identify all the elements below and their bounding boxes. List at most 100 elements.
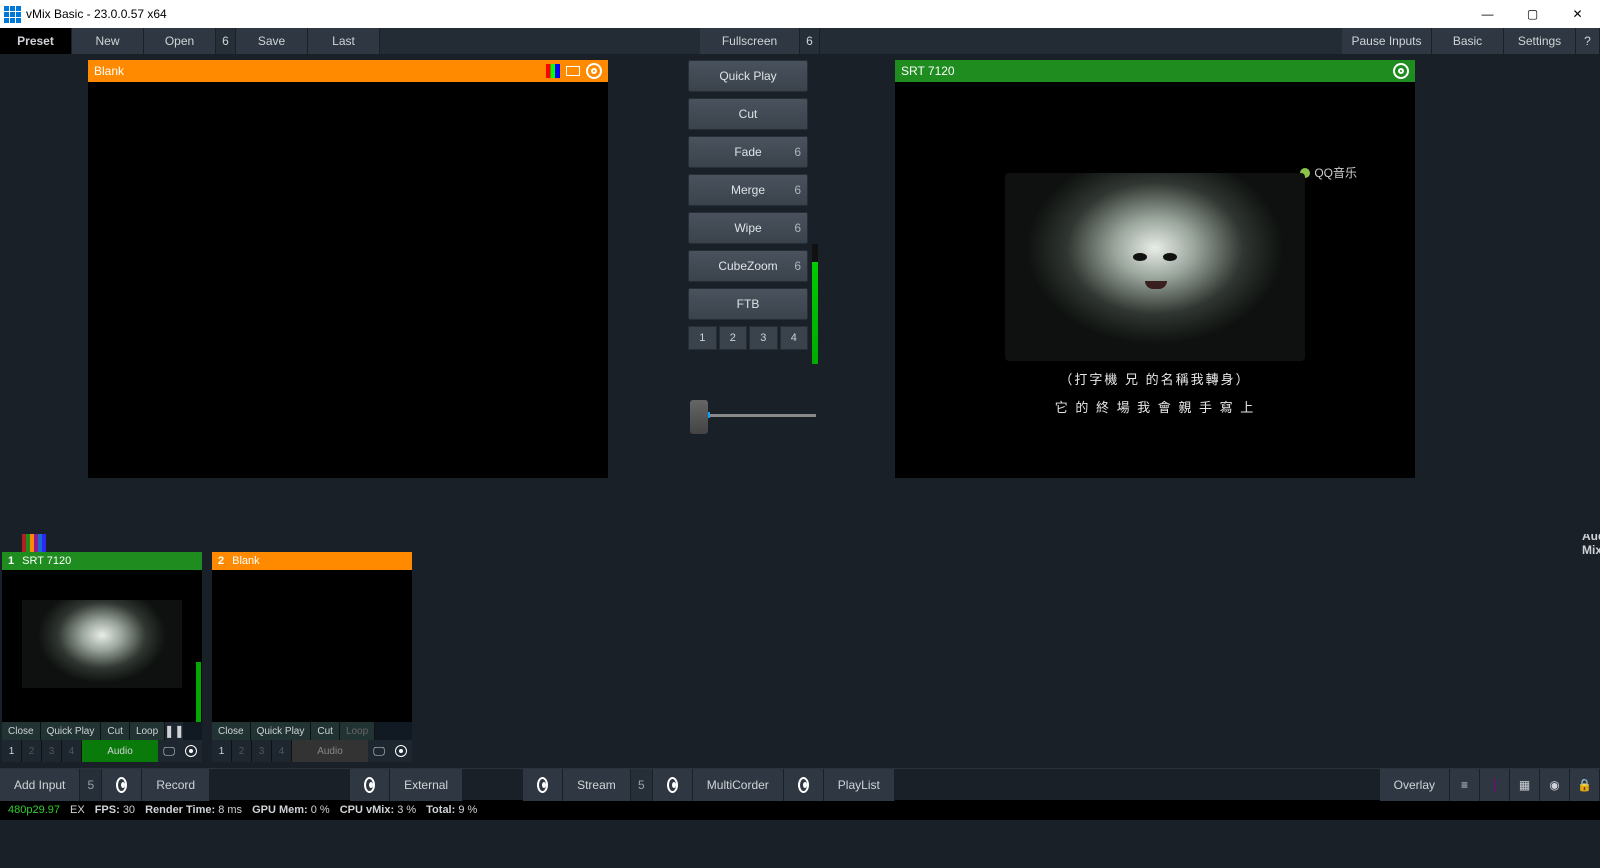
add-input-hotkey[interactable]: 5: [80, 769, 102, 801]
merge-button[interactable]: Merge6: [688, 174, 808, 206]
stream-gear-icon[interactable]: [653, 769, 693, 801]
status-bar: 480p29.97 EX FPS: 30 Render Time: 8 ms G…: [0, 800, 1600, 820]
input-overlay-2-button[interactable]: 2: [232, 740, 252, 762]
external-button[interactable]: External: [390, 769, 463, 801]
input-row1: CloseQuick PlayCutLoop❚❚: [2, 722, 202, 740]
master-audio-meter: [812, 244, 818, 364]
input-quick-play-button[interactable]: Quick Play: [41, 722, 102, 740]
fullscreen-button[interactable]: Fullscreen: [700, 28, 800, 54]
preview-header: Blank: [88, 60, 608, 82]
inputs-row: 1SRT 7120CloseQuick PlayCutLoop❚❚1234Aud…: [0, 552, 1600, 768]
cut-button[interactable]: Cut: [688, 98, 808, 130]
input-close-button[interactable]: Close: [212, 722, 251, 740]
overlay-1-button[interactable]: 1: [688, 326, 717, 350]
stream-button[interactable]: Stream: [563, 769, 631, 801]
input-audio-button[interactable]: Audio: [82, 740, 158, 762]
input-overlay-3-button[interactable]: 3: [42, 740, 62, 762]
snapshot-icon[interactable]: ◉: [1540, 769, 1570, 801]
app-logo-icon: [4, 6, 20, 22]
input-gear-icon[interactable]: [180, 740, 202, 762]
input-overlay-4-button[interactable]: 4: [62, 740, 82, 762]
basic-button[interactable]: Basic: [1432, 28, 1504, 54]
input-audio-button[interactable]: Audio: [292, 740, 368, 762]
lock-icon[interactable]: 🔒: [1570, 769, 1600, 801]
input-header: 2Blank: [212, 552, 412, 570]
window-title: vMix Basic - 23.0.0.57 x64: [26, 7, 167, 21]
fullscreen-hotkey[interactable]: 6: [800, 28, 820, 54]
preset-button[interactable]: Preset: [0, 28, 72, 54]
save-button[interactable]: Save: [236, 28, 308, 54]
pause-inputs-button[interactable]: Pause Inputs: [1342, 28, 1432, 54]
input-thumbnail[interactable]: [2, 570, 202, 722]
playlist-button[interactable]: PlayList: [824, 769, 895, 801]
maximize-button[interactable]: ▢: [1510, 0, 1555, 28]
settings-button[interactable]: Settings: [1504, 28, 1576, 54]
overlay-button[interactable]: Overlay: [1380, 769, 1450, 801]
input-monitor-icon[interactable]: 🖵: [158, 740, 180, 762]
open-hotkey[interactable]: 6: [216, 28, 236, 54]
output-title: SRT 7120: [901, 64, 955, 78]
input-overlay-1-button[interactable]: 1: [2, 740, 22, 762]
input-close-button[interactable]: Close: [2, 722, 41, 740]
multicorder-button[interactable]: MultiCorder: [693, 769, 784, 801]
input-overlay-2-button[interactable]: 2: [22, 740, 42, 762]
external-gear-icon[interactable]: [523, 769, 563, 801]
preview-gear-icon[interactable]: [586, 63, 602, 79]
minimize-button[interactable]: —: [1465, 0, 1510, 28]
input-pause-icon[interactable]: ❚❚: [165, 722, 183, 740]
quick-play-button[interactable]: Quick Play: [688, 60, 808, 92]
input-row1: CloseQuick PlayCutLoop: [212, 722, 412, 740]
multicorder-gear-icon[interactable]: [784, 769, 824, 801]
input-cut-button[interactable]: Cut: [311, 722, 340, 740]
category-color-row: Audio Mixer: [0, 534, 1600, 552]
open-button[interactable]: Open: [144, 28, 216, 54]
last-button[interactable]: Last: [308, 28, 380, 54]
overlay-4-button[interactable]: 4: [780, 326, 809, 350]
bottom-bar: Add Input 5 Record External Stream 5 Mul…: [0, 768, 1600, 800]
input-row2: 1234Audio🖵: [2, 740, 202, 762]
view-grid-icon[interactable]: ▦: [1510, 769, 1540, 801]
output-gear-icon[interactable]: [1393, 63, 1409, 79]
input-quick-play-button[interactable]: Quick Play: [251, 722, 312, 740]
view-rgb-icon[interactable]: [1480, 769, 1510, 801]
preview-panel: Blank: [88, 60, 608, 478]
input-overlay-3-button[interactable]: 3: [252, 740, 272, 762]
input-box-1: 1SRT 7120CloseQuick PlayCutLoop❚❚1234Aud…: [2, 552, 202, 762]
help-button[interactable]: ?: [1576, 28, 1600, 54]
output-panel: SRT 7120 QQ音乐 （打字機 兄 的名稱我轉身） 它 的 終 場 我 會…: [895, 60, 1415, 478]
video-face-placeholder: [1005, 173, 1305, 361]
view-list-icon[interactable]: ≡: [1450, 769, 1480, 801]
output-video[interactable]: QQ音乐 （打字機 兄 的名稱我轉身） 它 的 終 場 我 會 親 手 寫 上: [895, 82, 1415, 478]
ftb-button[interactable]: FTB: [688, 288, 808, 320]
preview-title: Blank: [94, 64, 124, 78]
input-thumbnail[interactable]: [212, 570, 412, 722]
transition-column: Quick Play Cut Fade6 Merge6 Wipe6 CubeZo…: [688, 60, 808, 350]
input-loop-button[interactable]: Loop: [130, 722, 165, 740]
preview-rgb-icon[interactable]: [546, 64, 560, 78]
category-tab-5[interactable]: [42, 534, 46, 552]
record-button[interactable]: Record: [142, 769, 210, 801]
input-overlay-4-button[interactable]: 4: [272, 740, 292, 762]
overlay-3-button[interactable]: 3: [749, 326, 778, 350]
cubezoom-button[interactable]: CubeZoom6: [688, 250, 808, 282]
input-row2: 1234Audio🖵: [212, 740, 412, 762]
record-gear-icon[interactable]: [350, 769, 390, 801]
overlay-2-button[interactable]: 2: [719, 326, 748, 350]
t-bar-slider[interactable]: [690, 390, 816, 440]
input-monitor-icon[interactable]: 🖵: [368, 740, 390, 762]
input-gear-icon[interactable]: [390, 740, 412, 762]
add-input-button[interactable]: Add Input: [0, 769, 80, 801]
input-overlay-1-button[interactable]: 1: [212, 740, 232, 762]
wipe-button[interactable]: Wipe6: [688, 212, 808, 244]
preview-layout-icon[interactable]: [566, 66, 580, 76]
input-loop-button[interactable]: Loop: [340, 722, 375, 740]
input-box-2: 2BlankCloseQuick PlayCutLoop1234Audio🖵: [212, 552, 412, 762]
add-input-gear-icon[interactable]: [102, 769, 142, 801]
fade-button[interactable]: Fade6: [688, 136, 808, 168]
close-button[interactable]: ✕: [1555, 0, 1600, 28]
preview-video[interactable]: [88, 82, 608, 478]
stream-hotkey[interactable]: 5: [631, 769, 653, 801]
input-cut-button[interactable]: Cut: [101, 722, 130, 740]
new-button[interactable]: New: [72, 28, 144, 54]
subtitle-line-1: （打字機 兄 的名稱我轉身）: [1059, 371, 1250, 389]
